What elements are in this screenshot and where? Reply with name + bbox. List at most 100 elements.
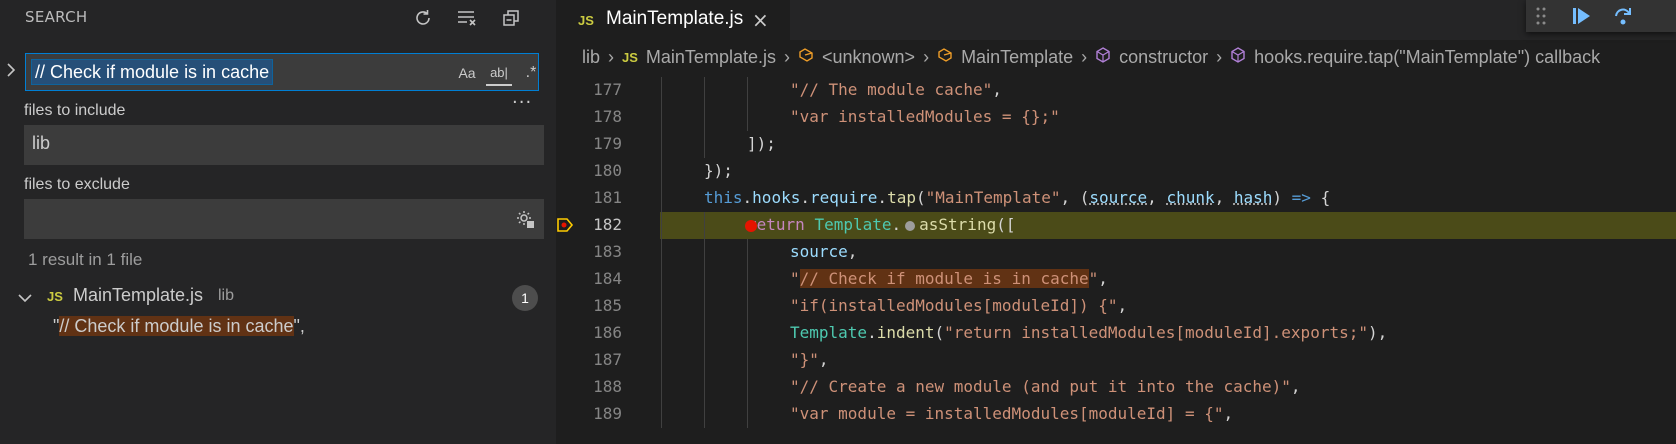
line-number[interactable]: 181 — [556, 188, 622, 207]
line-number[interactable]: 179 — [556, 134, 622, 153]
indent-guide — [704, 212, 705, 239]
breadcrumb-item[interactable]: constructor — [1095, 47, 1208, 68]
indent-guide — [704, 347, 705, 374]
line-number[interactable]: 188 — [556, 377, 622, 396]
search-input[interactable]: // Check if module is in cache Aa ab| .* — [25, 53, 539, 91]
breakpoint-icon[interactable] — [745, 220, 757, 232]
code-token: , — [992, 80, 1002, 99]
code-line[interactable]: 180}); — [556, 158, 1676, 185]
indent-guide — [747, 347, 748, 374]
line-number[interactable]: 185 — [556, 296, 622, 315]
code-token: . — [891, 215, 902, 234]
line-number[interactable]: 178 — [556, 107, 622, 126]
match-case-toggle[interactable]: Aa — [454, 60, 480, 86]
code-text[interactable]: this.hooks.require.tap("MainTemplate", (… — [704, 188, 1330, 207]
code-text[interactable]: "var installedModules = {};" — [790, 107, 1060, 126]
close-icon[interactable]: × — [752, 8, 769, 32]
clear-results-icon[interactable] — [452, 4, 482, 32]
drag-grip-icon[interactable] — [1536, 6, 1546, 26]
code-text[interactable]: "// Check if module is in cache", — [790, 269, 1108, 288]
code-line[interactable]: 177 "// The module cache", — [556, 77, 1676, 104]
use-regex-toggle[interactable]: .* — [518, 60, 544, 86]
code-line[interactable]: 189 "var module = installedModules[module… — [556, 401, 1676, 428]
editor-area: JS MainTemplate.js × lib › JS MainTemplate.… — [556, 0, 1676, 444]
code-text[interactable]: return Template. asString([ — [747, 215, 1015, 234]
code-line[interactable]: 183 source, — [556, 239, 1676, 266]
chevron-down-icon[interactable] — [18, 291, 32, 305]
code-text[interactable]: source, — [790, 242, 857, 261]
inline-breakpoint-icon[interactable] — [905, 220, 916, 231]
code-line[interactable]: 186 Template.indent("return installedModu… — [556, 320, 1676, 347]
code-line[interactable]: 188 "// Create a new module (and put it i… — [556, 374, 1676, 401]
breadcrumb-item[interactable]: lib — [582, 47, 600, 68]
breadcrumb-item[interactable]: JS MainTemplate.js — [622, 47, 776, 68]
code-line[interactable]: 187 "}", — [556, 347, 1676, 374]
indent-guide — [661, 131, 662, 158]
tab-label[interactable]: MainTemplate.js — [606, 8, 743, 30]
code-text[interactable]: "}", — [790, 350, 829, 369]
match-whole-word-toggle[interactable]: ab| — [486, 60, 512, 86]
code-token: "return installedModules[moduleId].expor… — [944, 323, 1368, 342]
line-number[interactable]: 189 — [556, 404, 622, 423]
refresh-icon[interactable] — [408, 4, 438, 32]
code-token: source — [1089, 188, 1148, 207]
line-number[interactable]: 183 — [556, 242, 622, 261]
breadcrumb-label: MainTemplate.js — [645, 46, 776, 67]
breadcrumb-item[interactable]: hooks.require.tap("MainTemplate") callba… — [1230, 47, 1600, 68]
code-token: Template — [790, 323, 868, 342]
code-editor[interactable]: 177 "// The module cache", 178 "var install… — [556, 77, 1676, 444]
line-number[interactable]: 180 — [556, 161, 622, 180]
code-line[interactable]: 179]); — [556, 131, 1676, 158]
toggle-replace-chevron-icon[interactable] — [4, 63, 18, 77]
indent-guide — [704, 131, 705, 158]
code-token: ( — [915, 188, 926, 207]
files-to-include-input[interactable]: lib — [24, 125, 544, 165]
collapse-all-icon[interactable] — [496, 4, 526, 32]
symbol-variable-icon — [798, 47, 814, 68]
code-line[interactable]: 181 this.hooks.require.tap("MainTemplate"… — [556, 185, 1676, 212]
indent-guide — [661, 266, 662, 293]
tab-maintemplate-js[interactable]: JS MainTemplate.js × — [556, 0, 790, 40]
continue-icon[interactable] — [1568, 3, 1594, 29]
code-token: . — [867, 323, 877, 342]
step-over-icon[interactable] — [1610, 3, 1636, 29]
code-text[interactable]: }); — [704, 161, 733, 180]
code-text[interactable]: Template.indent("return installedModules… — [790, 323, 1387, 342]
breadcrumb-item[interactable]: <unknown> — [798, 47, 915, 68]
files-to-exclude-label: files to exclude — [24, 176, 130, 193]
code-token: Template — [814, 215, 892, 234]
code-token: , — [1117, 296, 1128, 315]
line-number[interactable]: 186 — [556, 323, 622, 342]
indent-guide — [704, 374, 705, 401]
code-token: }); — [704, 161, 733, 180]
code-line[interactable]: 182 return Template. asString([ — [556, 212, 1676, 239]
code-token: "var installedModules = {};" — [790, 107, 1060, 126]
line-number[interactable]: 184 — [556, 269, 622, 288]
toggle-search-details-icon[interactable]: ··· — [512, 92, 532, 113]
code-token: , — [1223, 404, 1234, 423]
code-token: "MainTemplate" — [925, 188, 1061, 207]
line-number[interactable]: 177 — [556, 80, 622, 99]
code-token: ]); — [747, 134, 776, 153]
code-token: "}" — [790, 350, 819, 369]
search-query[interactable]: // Check if module is in cache — [30, 59, 274, 85]
breadcrumb-item[interactable]: MainTemplate — [937, 47, 1073, 68]
code-token: , — [818, 350, 829, 369]
result-file-row[interactable]: JS MainTemplate.js lib 1 — [0, 283, 556, 313]
code-text[interactable]: ]); — [747, 134, 776, 153]
code-text[interactable]: "// Create a new module (and put it into… — [790, 377, 1301, 396]
code-line[interactable]: 185 "if(installedModules[moduleId]) {", — [556, 293, 1676, 320]
files-to-exclude-input[interactable] — [24, 199, 544, 239]
code-text[interactable]: "var module = installedModules[moduleId]… — [790, 404, 1233, 423]
breadcrumb-label: hooks.require.tap("MainTemplate") callba… — [1254, 46, 1601, 67]
result-match-line[interactable]: "// Check if module is in cache", — [53, 316, 305, 337]
files-to-include-value[interactable]: lib — [32, 133, 50, 154]
code-line[interactable]: 184 "// Check if module is in cache", — [556, 266, 1676, 293]
code-text[interactable]: "// The module cache", — [790, 80, 1002, 99]
settings-gear-icon[interactable] — [512, 206, 538, 232]
code-text[interactable]: "if(installedModules[moduleId]) {", — [790, 296, 1127, 315]
line-number[interactable]: 187 — [556, 350, 622, 369]
result-file-name[interactable]: MainTemplate.js — [73, 285, 203, 306]
code-line[interactable]: 178 "var installedModules = {};" — [556, 104, 1676, 131]
